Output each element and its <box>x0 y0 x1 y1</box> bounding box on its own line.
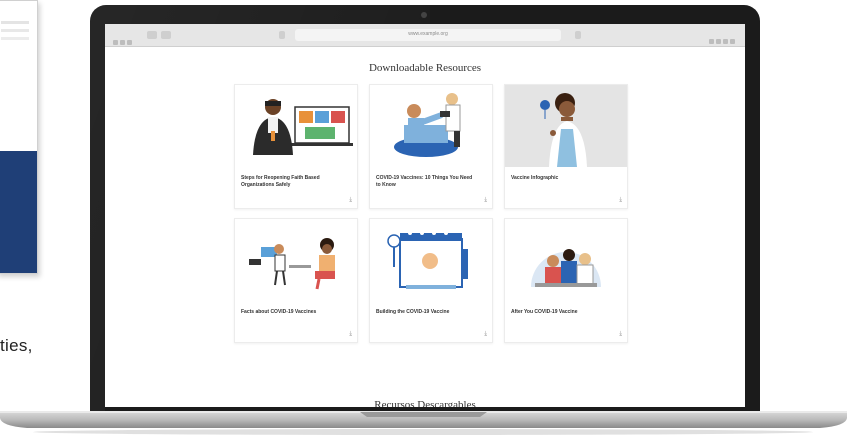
card-title: Vaccine Infographic <box>511 175 559 181</box>
download-icon[interactable]: ⤓ <box>619 197 622 204</box>
card-illustration <box>505 219 627 301</box>
doctor-patient-vaccine-illustration <box>394 93 461 157</box>
resource-card[interactable]: After You COVID-19 Vaccine ⤓ <box>504 218 628 343</box>
document-text-lines <box>1 21 29 24</box>
lock-icon <box>279 31 285 39</box>
card-illustration <box>235 85 357 167</box>
laptop-base <box>0 411 847 435</box>
doctor-portrait-illustration <box>540 93 587 167</box>
maximize-window-icon[interactable] <box>127 40 132 45</box>
webcam-icon <box>421 12 427 18</box>
web-page: Downloadable Resources Steps for Reopeni… <box>105 47 745 407</box>
background-document <box>0 0 38 274</box>
download-icon[interactable]: ⤓ <box>484 197 487 204</box>
card-illustration <box>235 219 357 301</box>
close-window-icon[interactable] <box>113 40 118 45</box>
tabs-icon[interactable] <box>716 39 721 44</box>
card-title: COVID-19 Vaccines: 10 Things You Need to… <box>376 175 473 188</box>
document-blue-band <box>0 151 37 273</box>
resource-card[interactable]: Facts about COVID-19 Vaccines ⤓ <box>234 218 358 343</box>
url-text: www.example.org <box>408 31 448 37</box>
sidebar-icon[interactable] <box>730 39 735 44</box>
card-title: Steps for Reopening Faith Based Organiza… <box>241 175 320 188</box>
background-text-fragment: ties, <box>0 336 33 355</box>
forward-button[interactable] <box>161 31 171 39</box>
presenter-video-call-illustration <box>253 99 353 155</box>
people-talking-illustration <box>249 238 335 290</box>
minimize-window-icon[interactable] <box>120 40 125 45</box>
reload-icon[interactable] <box>575 31 581 39</box>
laptop-screen: www.example.org Downloadable Resources S… <box>105 24 745 407</box>
browser-toolbar: www.example.org <box>105 24 745 47</box>
download-icon[interactable]: ⤓ <box>349 197 352 204</box>
download-icon[interactable]: ⤓ <box>619 331 622 338</box>
resource-card[interactable]: Building the COVID-19 Vaccine ⤓ <box>369 218 493 343</box>
laptop: www.example.org Downloadable Resources S… <box>90 5 760 418</box>
lab-scientists-illustration <box>531 249 601 287</box>
window-controls <box>113 32 139 45</box>
card-title: After You COVID-19 Vaccine <box>511 309 578 315</box>
share-icon[interactable] <box>709 39 714 44</box>
resource-card[interactable]: COVID-19 Vaccines: 10 Things You Need to… <box>369 84 493 209</box>
resource-card[interactable]: Steps for Reopening Faith Based Organiza… <box>234 84 358 209</box>
download-icon[interactable]: ⤓ <box>349 331 352 338</box>
card-illustration <box>370 85 492 167</box>
card-illustration <box>370 219 492 301</box>
card-title: Facts about COVID-19 Vaccines <box>241 309 317 315</box>
back-button[interactable] <box>147 31 157 39</box>
page-heading: Downloadable Resources <box>368 62 482 74</box>
card-title: Building the COVID-19 Vaccine <box>376 309 450 315</box>
address-bar[interactable]: www.example.org <box>295 29 561 41</box>
resource-card[interactable]: Vaccine Infographic ⤓ <box>504 84 628 209</box>
download-icon[interactable]: ⤓ <box>484 331 487 338</box>
calendar-vaccine-illustration <box>387 231 468 289</box>
add-tab-icon[interactable] <box>723 39 728 44</box>
card-illustration <box>505 85 627 167</box>
